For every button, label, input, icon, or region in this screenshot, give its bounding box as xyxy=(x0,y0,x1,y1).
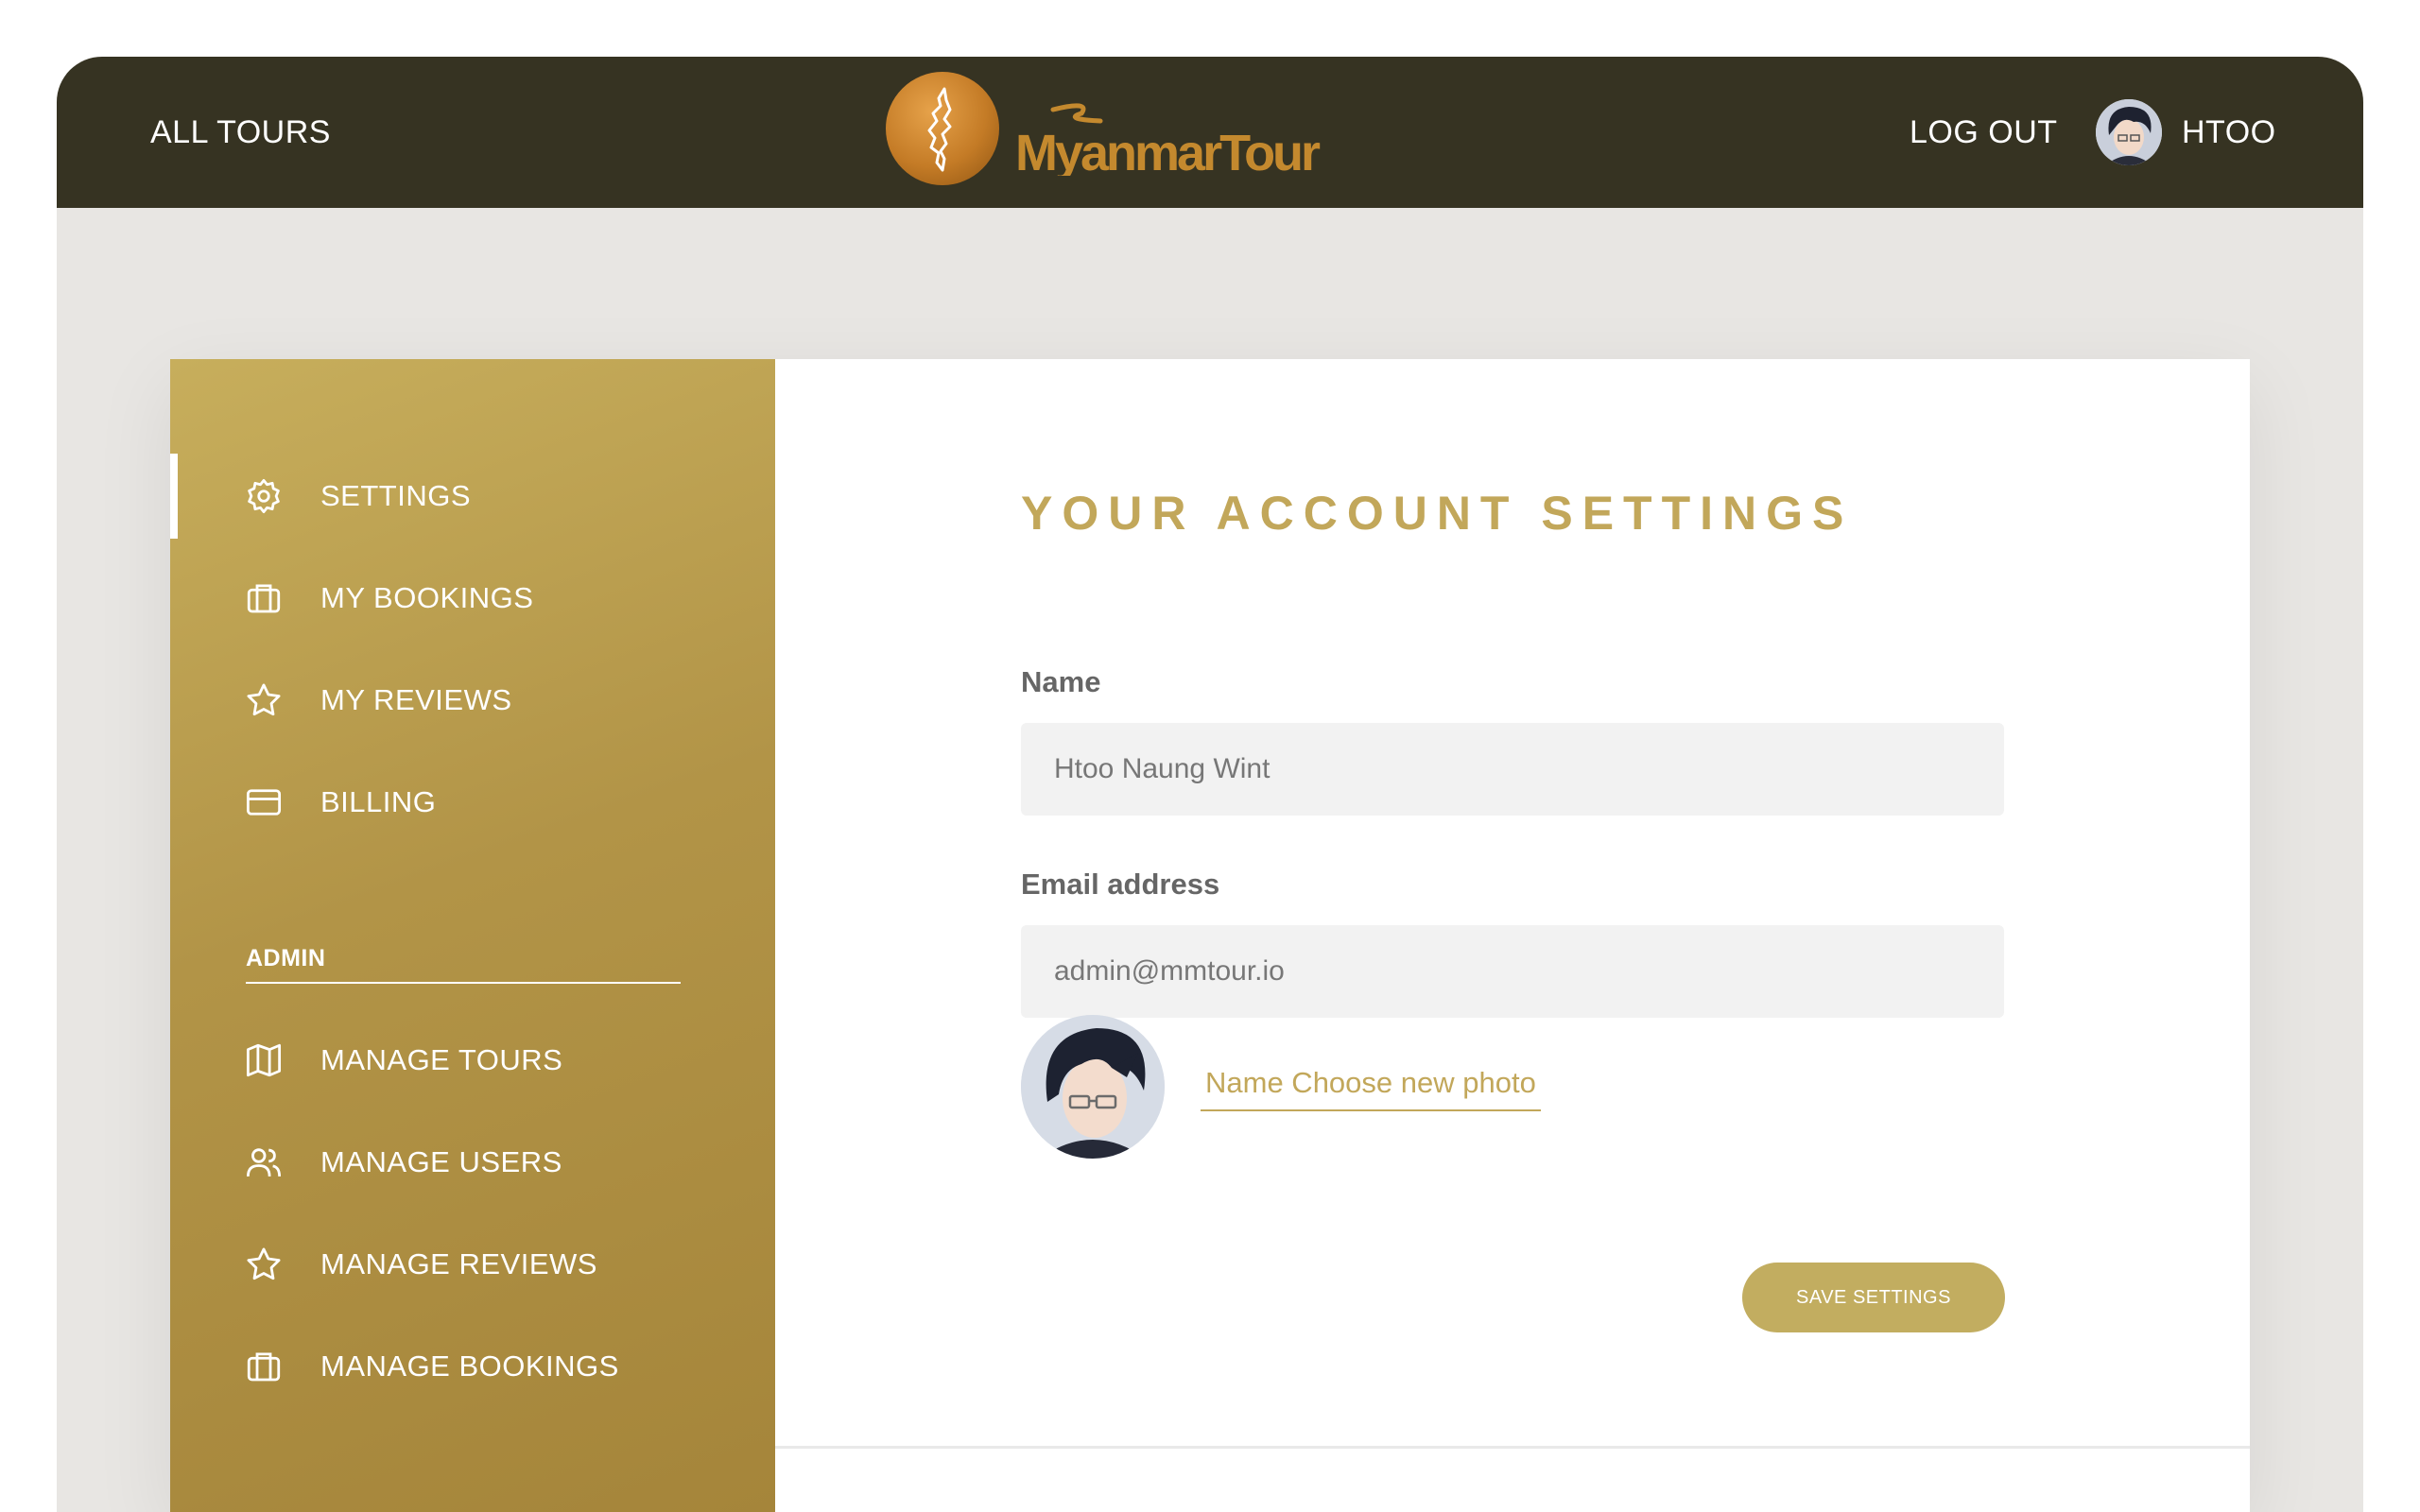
star-icon xyxy=(247,683,281,716)
sidebar-item-label: MY REVIEWS xyxy=(320,683,512,716)
admin-section-heading: ADMIN xyxy=(246,945,681,984)
gear-icon xyxy=(248,478,280,514)
name-field[interactable] xyxy=(1021,723,2004,816)
account-sidebar: SETTINGS MY BOOKINGS MY REVIEWS BILLING … xyxy=(170,359,775,1512)
sidebar-item-settings[interactable]: SETTINGS xyxy=(170,454,775,539)
sidebar-item-label: BILLING xyxy=(320,785,437,818)
sidebar-item-label: MANAGE REVIEWS xyxy=(320,1247,597,1280)
email-label: Email address xyxy=(1021,868,1220,901)
map-icon xyxy=(246,1043,282,1077)
section-divider xyxy=(775,1446,2250,1449)
account-card: SETTINGS MY BOOKINGS MY REVIEWS BILLING … xyxy=(170,359,2250,1512)
page-title: YOUR ACCOUNT SETTINGS xyxy=(1021,487,1854,540)
credit-card-icon xyxy=(246,789,282,816)
sidebar-item-my-reviews[interactable]: MY REVIEWS xyxy=(170,658,775,743)
user-photo xyxy=(1021,1015,1165,1159)
briefcase-icon xyxy=(247,1352,281,1382)
sidebar-item-my-bookings[interactable]: MY BOOKINGS xyxy=(170,556,775,641)
sidebar-item-label: MANAGE USERS xyxy=(320,1145,562,1178)
myanmar-map-logo-icon xyxy=(886,72,999,185)
sidebar-item-label: MANAGE TOURS xyxy=(320,1043,563,1076)
sidebar-item-manage-users[interactable]: MANAGE USERS xyxy=(170,1120,775,1205)
name-label: Name xyxy=(1021,665,1101,698)
all-tours-link[interactable]: ALL TOURS xyxy=(150,110,331,155)
user-avatar[interactable] xyxy=(2096,99,2162,165)
sidebar-item-manage-reviews[interactable]: MANAGE REVIEWS xyxy=(170,1222,775,1307)
settings-panel: YOUR ACCOUNT SETTINGS Name Email address… xyxy=(775,359,2250,1512)
sidebar-item-label: SETTINGS xyxy=(320,479,472,512)
top-navigation: ALL TOURS MyanmarTour LOG OUT HTOO xyxy=(57,57,2363,208)
svg-text:MyanmarTour: MyanmarTour xyxy=(1015,125,1321,176)
users-icon xyxy=(246,1148,282,1177)
email-field[interactable] xyxy=(1021,925,2004,1018)
briefcase-icon xyxy=(247,584,281,613)
sidebar-item-manage-bookings[interactable]: MANAGE BOOKINGS xyxy=(170,1324,775,1409)
sidebar-item-manage-tours[interactable]: MANAGE TOURS xyxy=(170,1018,775,1103)
user-name-link[interactable]: HTOO xyxy=(2182,110,2276,155)
save-settings-button[interactable]: SAVE SETTINGS xyxy=(1742,1263,2005,1332)
sidebar-item-billing[interactable]: BILLING xyxy=(170,760,775,845)
sidebar-item-label: MANAGE BOOKINGS xyxy=(320,1349,619,1383)
star-icon xyxy=(247,1247,281,1280)
choose-photo-link[interactable]: Name Choose new photo xyxy=(1201,1066,1541,1111)
logout-link[interactable]: LOG OUT xyxy=(1910,110,2058,155)
sidebar-item-label: MY BOOKINGS xyxy=(320,581,534,614)
app-frame: ALL TOURS MyanmarTour LOG OUT HTOO SETTI… xyxy=(57,57,2363,1512)
brand-wordmark: MyanmarTour xyxy=(1015,103,1323,176)
brand-logo[interactable]: MyanmarTour xyxy=(886,70,1340,193)
